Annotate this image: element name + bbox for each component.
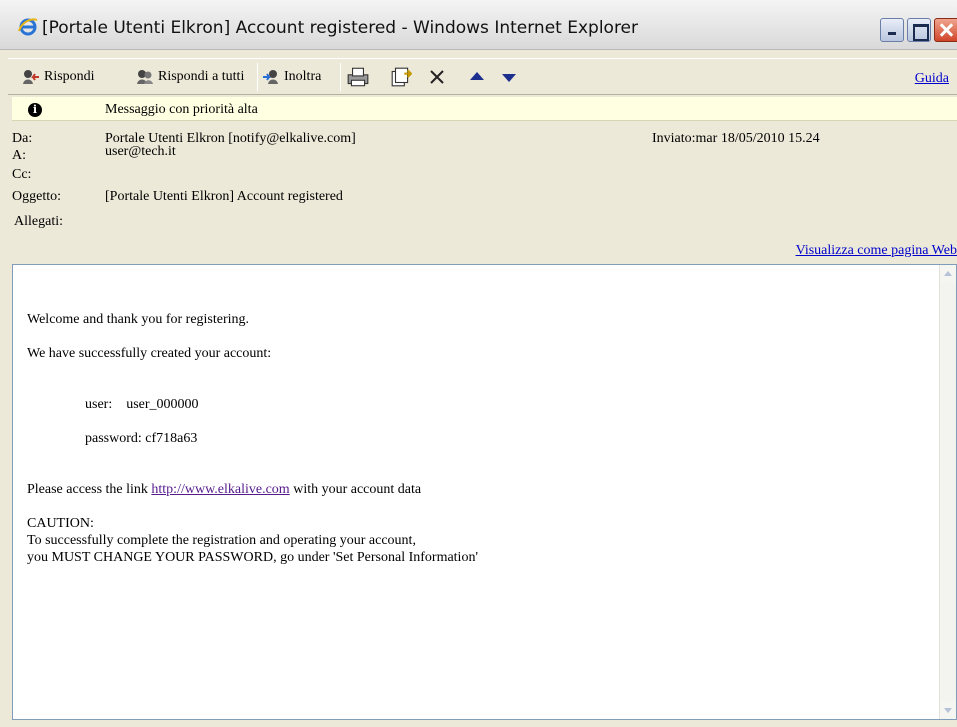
- caution-line-1: To successfully complete the registratio…: [27, 533, 416, 548]
- title-bar[interactable]: [Portale Utenti Elkron] Account register…: [0, 0, 957, 50]
- attachments-label: Allegati:: [14, 214, 63, 229]
- toolbar-separator: [257, 63, 258, 91]
- user-line: user: user_000000: [85, 397, 199, 412]
- access-suffix: with your account data: [289, 482, 422, 497]
- reply-all-label: Rispondi a tutti: [158, 69, 245, 84]
- sent-date: Inviato:mar 18/05/2010 15.24: [652, 131, 820, 147]
- delete-button[interactable]: [428, 66, 450, 88]
- maximize-button[interactable]: [907, 18, 931, 42]
- previous-arrow-icon: [470, 72, 484, 80]
- priority-bar: i Messaggio con priorità alta: [12, 97, 957, 121]
- sent-value: mar 18/05/2010 15.24: [695, 131, 820, 146]
- access-prefix: Please access the link: [27, 482, 152, 497]
- sent-label: Inviato:: [652, 131, 696, 146]
- message-body[interactable]: Welcome and thank you for registering. W…: [12, 264, 957, 720]
- subject-value: [Portale Utenti Elkron] Account register…: [105, 189, 343, 204]
- elkalive-link[interactable]: http://www.elkalive.com: [151, 482, 289, 497]
- from-label: Da:: [12, 131, 33, 146]
- previous-item-button[interactable]: [468, 66, 490, 88]
- password-line: password: cf718a63: [85, 431, 198, 446]
- scroll-up-button[interactable]: [940, 265, 956, 282]
- caution-line-2: you MUST CHANGE YOUR PASSWORD, go under …: [27, 550, 478, 565]
- reply-button[interactable]: Rispondi: [22, 66, 95, 88]
- credentials-block: user: user_000000 password: cf718a63: [27, 379, 478, 464]
- minimize-button[interactable]: [880, 18, 904, 42]
- ie-window: [Portale Utenti Elkron] Account register…: [0, 0, 957, 727]
- welcome-text: Welcome and thank you for registering.: [27, 312, 250, 327]
- move-button[interactable]: [390, 66, 416, 88]
- vertical-scrollbar[interactable]: [939, 265, 956, 719]
- delete-icon: [430, 70, 444, 84]
- caution-title: CAUTION:: [27, 516, 94, 531]
- forward-button[interactable]: Inoltra: [262, 66, 321, 88]
- reply-all-icon: [137, 70, 153, 84]
- scroll-down-button[interactable]: [940, 702, 956, 719]
- reply-icon: [23, 70, 39, 84]
- close-button[interactable]: [934, 18, 957, 42]
- priority-text: Messaggio con priorità alta: [105, 102, 258, 117]
- internet-explorer-icon: [18, 18, 38, 36]
- message-text: Welcome and thank you for registering. W…: [27, 311, 478, 583]
- account-created-text: We have successfully created your accoun…: [27, 346, 272, 361]
- access-text: Please access the link http://www.elkali…: [27, 481, 478, 498]
- reply-all-button[interactable]: Rispondi a tutti: [136, 66, 244, 88]
- print-button[interactable]: [346, 66, 374, 88]
- reply-label: Rispondi: [44, 69, 95, 84]
- next-item-button[interactable]: [500, 66, 522, 88]
- subject-label: Oggetto:: [12, 189, 61, 204]
- forward-label: Inoltra: [284, 69, 322, 84]
- window-title: [Portale Utenti Elkron] Account register…: [42, 18, 639, 38]
- move-icon: [391, 67, 412, 87]
- view-as-web-page-link[interactable]: Visualizza come pagina Web: [796, 243, 957, 259]
- toolbar: Rispondi Rispondi a tutti Inoltra Guida: [8, 58, 957, 95]
- to-value[interactable]: user@tech.it: [105, 144, 176, 160]
- to-label: A:: [12, 148, 26, 163]
- caution-block: CAUTION: To successfully complete the re…: [27, 515, 478, 566]
- forward-icon: [263, 70, 278, 84]
- toolbar-separator: [340, 63, 341, 91]
- message-header: i Messaggio con priorità alta Da: Portal…: [12, 97, 957, 258]
- next-arrow-icon: [502, 74, 516, 82]
- info-icon: i: [28, 103, 42, 117]
- print-icon: [347, 67, 369, 87]
- cc-label: Cc:: [12, 167, 32, 182]
- help-link[interactable]: Guida: [915, 71, 949, 87]
